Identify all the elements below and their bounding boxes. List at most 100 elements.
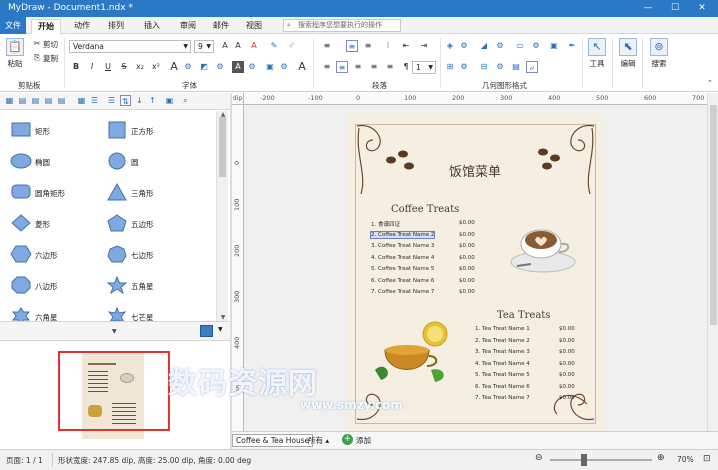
strikethrough-button[interactable]: S	[118, 61, 130, 73]
view-mode-icon[interactable]: ▦	[76, 95, 87, 106]
panel-search-icon[interactable]: ⌕	[180, 95, 191, 106]
zoom-in-icon[interactable]: ⊕	[657, 453, 665, 463]
canvas-scrollbar[interactable]	[707, 93, 718, 431]
highlight-icon[interactable]: A	[232, 61, 244, 73]
align-center-icon[interactable]: ≡	[336, 61, 348, 73]
size-icon[interactable]: ⊟	[478, 61, 490, 73]
zoom-out-icon[interactable]: ⊖	[535, 453, 543, 463]
shadow-icon[interactable]: ⚙	[246, 61, 258, 73]
fill-options-icon[interactable]: ⚙	[458, 40, 470, 52]
shape-roundrect[interactable]: 圆角矩形	[10, 183, 106, 205]
arrange-options-icon[interactable]: ⚙	[458, 61, 470, 73]
line-options-icon[interactable]: ⚙	[494, 40, 506, 52]
navigator-icon[interactable]	[200, 325, 213, 337]
size-options-icon[interactable]: ⚙	[494, 61, 506, 73]
close-button[interactable]: ✕	[690, 1, 714, 16]
preview-icon[interactable]: ▣	[164, 95, 175, 106]
tab-animation[interactable]: 动作	[70, 19, 94, 34]
line-color-icon[interactable]: ◢	[478, 40, 490, 52]
list-view-icon[interactable]: ☰	[89, 95, 100, 106]
shape-star6[interactable]: 六角星	[10, 307, 106, 321]
shrink-font-icon[interactable]: A	[232, 40, 244, 52]
underline-button[interactable]: U	[102, 61, 114, 73]
shape-diamond[interactable]: 菱形	[10, 214, 106, 236]
tab-review[interactable]: 审阅	[176, 19, 200, 34]
shape-circle[interactable]: 圆	[106, 152, 202, 174]
align-top-icon[interactable]: ≡	[321, 40, 333, 52]
shape-style-icon[interactable]: ▣	[548, 40, 560, 52]
save-library-icon[interactable]: ▤	[43, 95, 54, 106]
import-icon[interactable]: ▤	[56, 95, 67, 106]
shape-star7[interactable]: 七芒星	[106, 307, 202, 321]
italic-button[interactable]: I	[86, 61, 98, 73]
shape-hexagon[interactable]: 六边形	[10, 245, 106, 267]
bullets-icon[interactable]: ⁝	[382, 40, 394, 52]
indent-more-icon[interactable]: ⇥	[418, 40, 430, 52]
tab-insert[interactable]: 插入	[140, 19, 164, 34]
align-bottom-icon[interactable]: ≡	[362, 40, 374, 52]
all-pages-button[interactable]: 所有 ▴	[308, 435, 329, 446]
arrange-icon[interactable]: ⊞	[444, 61, 456, 73]
font-dialog-icon[interactable]: A	[296, 61, 308, 73]
text-box-icon[interactable]: ▣	[264, 61, 276, 73]
shape-triangle[interactable]: 三角形	[106, 183, 202, 205]
align-left-icon[interactable]: ≡	[321, 61, 333, 73]
scrollbar-thumb[interactable]	[710, 105, 717, 325]
text-style-icon[interactable]: ⚙	[278, 61, 290, 73]
font-name-select[interactable]: Verdana ▼	[69, 40, 191, 53]
document-page[interactable]: 饭馆菜单 Coffee Treats Tea Treats 1. 食谱四证 $0.…	[347, 114, 604, 431]
paste-button[interactable]: 📋 粘贴	[4, 38, 26, 69]
details-view-icon[interactable]: ☰	[106, 95, 117, 106]
sort-asc-icon[interactable]: ↓	[134, 95, 145, 106]
line-spacing-select[interactable]: 1 ▼	[412, 61, 436, 74]
scroll-down-icon[interactable]: ▼	[217, 314, 229, 321]
maximize-button[interactable]: ☐	[663, 1, 687, 16]
bold-button[interactable]: B	[70, 61, 82, 73]
tell-me-search[interactable]: ⌕ 搜索程序您想要执行的操作	[283, 19, 401, 32]
paragraph-mark-icon[interactable]: ¶	[400, 61, 412, 73]
edit-button[interactable]: ⬉ 编辑	[617, 38, 639, 69]
tab-arrange[interactable]: 排列	[104, 19, 128, 34]
distribute-icon[interactable]: ≡	[384, 61, 396, 73]
font-color-button[interactable]: A	[168, 61, 180, 73]
subscript-button[interactable]: x₂	[134, 61, 146, 73]
format-painter-icon[interactable]: ✎	[268, 40, 280, 52]
tools-button[interactable]: ↖ 工具	[586, 38, 608, 69]
add-page-icon[interactable]: +	[342, 434, 353, 445]
copy-button[interactable]: 复制	[43, 53, 58, 64]
text-outline-icon[interactable]: ◩	[198, 61, 210, 73]
search-button[interactable]: ⊚ 搜索	[648, 38, 670, 69]
shape-rect[interactable]: 矩形	[10, 121, 106, 143]
fit-page-icon[interactable]: ⊡	[703, 454, 711, 464]
shape-heptagon[interactable]: 七边形	[106, 245, 202, 267]
align-middle-icon[interactable]: ≡	[346, 40, 358, 52]
shape-square[interactable]: 正方形	[106, 121, 202, 143]
library-icon[interactable]: ▦	[4, 95, 15, 106]
tab-home[interactable]: 开始	[31, 19, 61, 34]
zoom-slider-handle[interactable]	[581, 454, 587, 466]
new-library-icon[interactable]: ▤	[17, 95, 28, 106]
collapse-ribbon-icon[interactable]: ⌃	[707, 79, 713, 87]
add-page-button[interactable]: 添加	[356, 435, 371, 446]
shape-star5[interactable]: 五角星	[106, 276, 202, 298]
pen-icon[interactable]: ✐	[286, 40, 298, 52]
text-fill-icon[interactable]: ⚙	[182, 61, 194, 73]
rotate-icon[interactable]: ▤	[510, 61, 522, 73]
scrollbar-thumb[interactable]	[219, 117, 226, 177]
zoom-slider[interactable]	[550, 459, 652, 461]
superscript-button[interactable]: x²	[150, 61, 162, 73]
justify-icon[interactable]: ≡	[368, 61, 380, 73]
viewport-frame[interactable]	[58, 351, 170, 431]
chevron-down-icon[interactable]: ▼	[218, 326, 223, 333]
page-tab-coffee-tea-house[interactable]: Coffee & Tea House	[232, 434, 314, 447]
tab-view[interactable]: 视图	[242, 19, 266, 34]
sort-icon[interactable]: ⇅	[120, 95, 131, 106]
tab-file[interactable]: 文件	[0, 17, 26, 34]
shape-ellipse[interactable]: 椭圆	[10, 152, 106, 174]
font-size-select[interactable]: 9 ▼	[194, 40, 214, 53]
shadow-shape-icon[interactable]: ▭	[514, 40, 526, 52]
shapes-scrollbar[interactable]: ▲ ▼	[216, 111, 228, 321]
text-effect-icon[interactable]: ⚙	[214, 61, 226, 73]
align-right-icon[interactable]: ≡	[352, 61, 364, 73]
open-library-icon[interactable]: ▤	[30, 95, 41, 106]
